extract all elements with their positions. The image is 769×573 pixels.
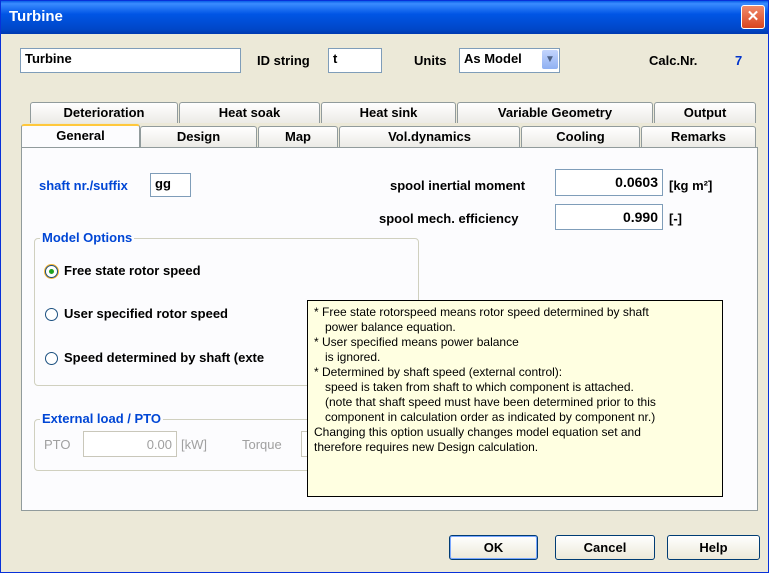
turbine-dialog: Turbine ✕ Turbine ID string t Units As M… (0, 0, 769, 573)
tab-general[interactable]: General (21, 124, 140, 147)
efficiency-field[interactable]: 0.990 (555, 204, 663, 230)
tooltip-line: * Determined by shaft speed (external co… (314, 365, 563, 379)
shaft-speed-label[interactable]: Speed determined by shaft (exte (64, 350, 264, 365)
tab-deterioration[interactable]: Deterioration (30, 102, 178, 123)
tab-vol-dynamics[interactable]: Vol.dynamics (339, 126, 520, 147)
tab-variable-geometry[interactable]: Variable Geometry (457, 102, 653, 123)
tab-map[interactable]: Map (258, 126, 338, 147)
tooltip-line: is ignored. (325, 350, 381, 364)
inertia-field[interactable]: 0.0603 (555, 169, 663, 196)
tooltip-line: power balance equation. (325, 320, 456, 334)
id-string-label: ID string (257, 53, 310, 68)
tab-output[interactable]: Output (654, 102, 756, 123)
cancel-button[interactable]: Cancel (555, 535, 655, 560)
free-state-label[interactable]: Free state rotor speed (64, 263, 201, 278)
id-string-field[interactable]: t (328, 48, 382, 73)
window-title: Turbine (9, 8, 63, 25)
shaft-suffix-field[interactable]: gg (150, 173, 191, 197)
user-specified-radio[interactable] (45, 308, 58, 321)
tooltip-line: Changing this option usually changes mod… (314, 425, 641, 439)
calc-nr-value: 7 (735, 53, 743, 68)
efficiency-label: spool mech. efficiency (379, 211, 519, 226)
tooltip-line: (note that shaft speed must have been de… (325, 395, 656, 409)
external-load-title: External load / PTO (40, 411, 163, 426)
efficiency-unit: [-] (669, 211, 682, 226)
tooltip-line: * Free state rotorspeed means rotor spee… (314, 305, 649, 319)
units-select[interactable]: As Model ▼ (459, 48, 560, 73)
pto-label: PTO (44, 437, 71, 452)
tab-heat-soak[interactable]: Heat soak (179, 102, 320, 123)
tooltip-line: speed is taken from shaft to which compo… (325, 380, 634, 394)
user-specified-label[interactable]: User specified rotor speed (64, 306, 228, 321)
units-label: Units (414, 53, 447, 68)
shaft-suffix-label: shaft nr./suffix (39, 178, 128, 193)
torque-label: Torque (242, 437, 282, 452)
calc-nr-label: Calc.Nr. (649, 53, 698, 68)
tab-remarks[interactable]: Remarks (641, 126, 756, 147)
inertia-unit: [kg m²] (669, 178, 713, 193)
free-state-radio[interactable] (45, 265, 58, 278)
tab-heat-sink[interactable]: Heat sink (321, 102, 456, 123)
chevron-down-icon[interactable]: ▼ (542, 50, 558, 69)
shaft-speed-radio[interactable] (45, 352, 58, 365)
tooltip-line: component in calculation order as indica… (325, 410, 656, 424)
close-icon[interactable]: ✕ (741, 5, 765, 29)
pto-field[interactable]: 0.00 (83, 431, 177, 457)
tooltip-line: therefore requires new Design calculatio… (314, 440, 539, 454)
units-select-value: As Model (464, 51, 522, 66)
help-button[interactable]: Help (667, 535, 760, 560)
title-bar[interactable]: Turbine ✕ (1, 1, 768, 34)
tab-cooling[interactable]: Cooling (521, 126, 640, 147)
tooltip-line: * User specified means power balance (314, 335, 519, 349)
ok-button[interactable]: OK (449, 535, 538, 560)
tab-design[interactable]: Design (140, 126, 257, 147)
inertia-label: spool inertial moment (390, 178, 526, 193)
pto-unit: [kW] (181, 437, 207, 452)
options-tooltip: * Free state rotorspeed means rotor spee… (307, 300, 723, 497)
component-name-field[interactable]: Turbine (20, 48, 241, 73)
model-options-title: Model Options (40, 230, 135, 245)
